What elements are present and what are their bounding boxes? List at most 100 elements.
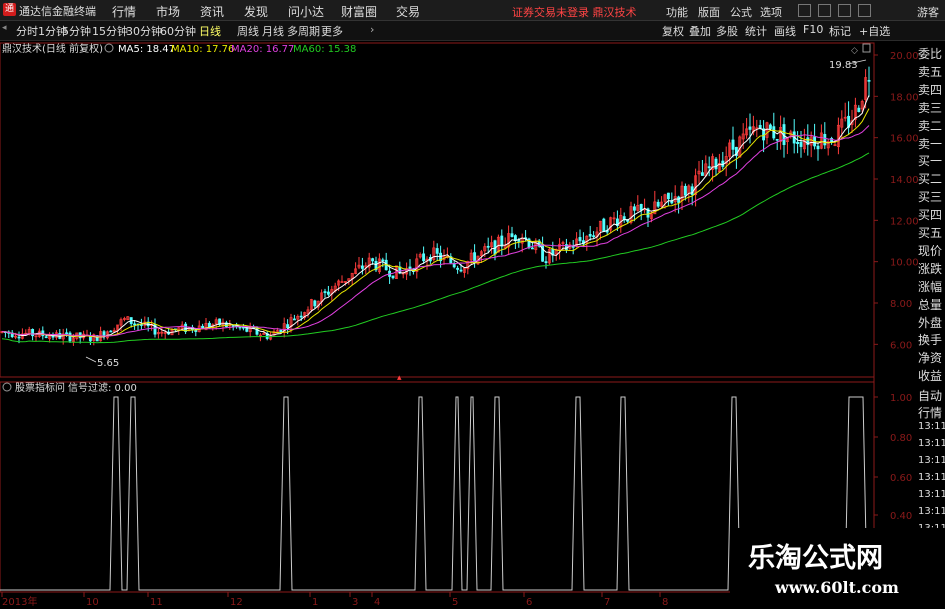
candle-body (857, 107, 861, 112)
candle-body (17, 336, 21, 339)
period-tab-8[interactable]: 月线 (262, 23, 284, 39)
tool-button-6[interactable]: 标记 (829, 23, 851, 39)
candle-body (544, 261, 548, 264)
candle-body (323, 291, 327, 293)
menu-news[interactable]: 资讯 (200, 3, 224, 20)
candle-body (775, 138, 779, 141)
low-price-label: 5.65 (97, 358, 119, 369)
time-tick-label: 4 (374, 597, 380, 608)
quote-field-18: 收益 (918, 369, 943, 384)
candle-body (422, 253, 426, 262)
price-tick-label: 16.00 (890, 134, 919, 145)
time-tick-label: 3 (352, 597, 358, 608)
tool-button-4[interactable]: 画线 (774, 23, 796, 39)
quote-field-15: 外盘 (918, 315, 943, 330)
period-tab-6[interactable]: 日线 (199, 23, 221, 39)
toolbar-left-arrow-icon[interactable]: ◂ (2, 23, 7, 33)
period-tab-2[interactable]: 5分钟 (62, 23, 91, 39)
time-tick-label: 2013年 (2, 595, 37, 608)
kline-chart[interactable]: 20.00 18.00 16.00 14.00 12.00 10.00 8.00 6.00 1.… (0, 41, 945, 609)
quote-field-5: 卖一 (918, 136, 943, 151)
menu-market[interactable]: 市场 (156, 3, 180, 20)
login-status[interactable]: 证券交易未登录 鼎汉技术 (512, 4, 637, 20)
candle-body (578, 237, 582, 242)
quote-field-13: 涨幅 (918, 279, 943, 294)
signal-tick-label: 0.40 (890, 511, 912, 522)
candle-body (632, 206, 636, 211)
period-tab-10[interactable]: 更多 (321, 23, 343, 39)
guest-label[interactable]: 游客 (917, 4, 939, 20)
tool-button-7[interactable]: +自选 (859, 23, 890, 39)
ma-line-60 (1, 152, 870, 344)
candle-body (292, 318, 296, 321)
tool-button-1[interactable]: 叠加 (689, 23, 711, 39)
quote-field-6: 买一 (918, 154, 943, 169)
trade-tick-0: 自动 (918, 389, 943, 403)
signal-tick-label: 1.00 (890, 393, 912, 404)
watermark-text: 乐淘公式网 (748, 543, 883, 574)
menu-function[interactable]: 功能 (666, 4, 688, 20)
menu-discover[interactable]: 发现 (244, 3, 268, 20)
period-tab-7[interactable]: 周线 (237, 23, 259, 39)
candle-body (677, 196, 681, 203)
menu-layout[interactable]: 版面 (698, 4, 720, 20)
app-title: 通达信金融终端 (19, 5, 96, 18)
menu-market-quotes[interactable]: 行情 (112, 3, 136, 20)
signal-tick-label: 0.80 (890, 433, 912, 444)
tool-button-2[interactable]: 多股 (716, 23, 738, 39)
period-tab-4[interactable]: 30分钟 (126, 23, 162, 39)
trade-tick-2: 13:11 (918, 421, 945, 432)
time-tick-label: 7 (604, 597, 610, 608)
candle-body (510, 233, 514, 237)
tool-button-5[interactable]: F10 (803, 23, 823, 36)
app-logo-icon: 通 (3, 3, 16, 16)
candle-body (286, 324, 290, 329)
candle-body (796, 141, 800, 144)
time-tick-label: 12 (230, 597, 243, 608)
candle-body (133, 323, 137, 326)
indicator-title: 股票指标问 (15, 381, 65, 394)
menu-ask[interactable]: 问小达 (288, 3, 324, 20)
price-tick-label: 20.00 (890, 51, 919, 62)
candle-body (656, 201, 660, 207)
time-tick-label: 11 (150, 597, 163, 608)
menu-options[interactable]: 选项 (760, 4, 782, 20)
candle-body (816, 145, 820, 150)
candle-body (823, 133, 827, 146)
quote-field-10: 买五 (918, 226, 943, 240)
price-tick-label: 12.00 (890, 216, 919, 227)
settings-circle-icon (104, 43, 114, 53)
candle-body (486, 245, 490, 248)
period-tab-3[interactable]: 15分钟 (92, 23, 128, 39)
menu-wealth[interactable]: 财富圈 (341, 3, 377, 20)
time-tick-label: 5 (452, 597, 458, 608)
trade-tick-7: 13:11 (918, 506, 945, 517)
candle-body (700, 172, 704, 176)
price-tick-label: 18.00 (890, 92, 919, 103)
menu-formula[interactable]: 公式 (730, 4, 752, 20)
price-tick-label: 8.00 (890, 299, 912, 310)
quote-field-2: 卖四 (918, 82, 943, 97)
menu-trade[interactable]: 交易 (396, 3, 420, 20)
signal-filter-label: 信号过滤: 0.00 (68, 381, 137, 394)
signal-tick-label: 0.60 (890, 473, 912, 484)
close-icon[interactable] (858, 4, 871, 17)
minimize-icon[interactable] (818, 4, 831, 17)
period-tab-0[interactable]: 分时 (16, 23, 38, 39)
maximize-icon[interactable] (838, 4, 851, 17)
tool-button-0[interactable]: 复权 (662, 23, 684, 39)
candle-body (530, 247, 534, 250)
candle-body (299, 315, 303, 318)
period-tab-9[interactable]: 多周期 (287, 23, 320, 39)
high-price-label: 19.83 (829, 60, 858, 71)
help-icon[interactable] (798, 4, 811, 17)
tool-button-3[interactable]: 统计 (745, 23, 767, 39)
candle-body (707, 166, 711, 169)
period-tab-5[interactable]: 60分钟 (160, 23, 196, 39)
candle-body (313, 300, 317, 307)
time-tick-label: 8 (662, 597, 668, 608)
candle-body (639, 204, 643, 211)
more-chevron-icon[interactable]: › (370, 23, 374, 36)
time-tick-label: 1 (312, 597, 318, 608)
stock-name-label: 鼎汉技术(日线 前复权) (2, 42, 103, 55)
